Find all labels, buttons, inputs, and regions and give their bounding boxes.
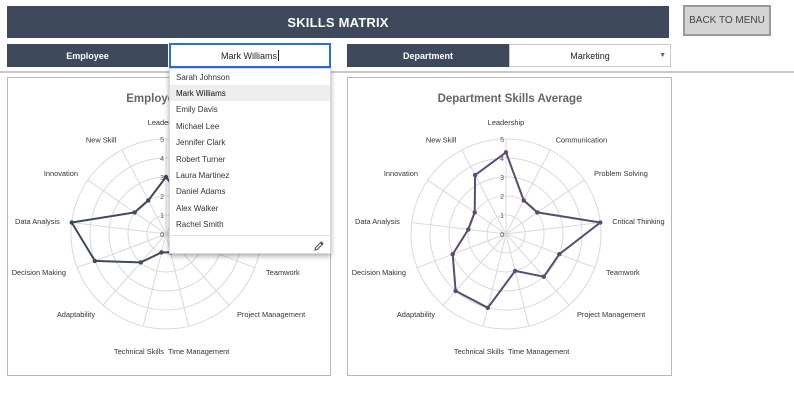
pencil-icon[interactable] xyxy=(313,239,325,251)
employee-data-point xyxy=(159,250,164,255)
department-data-point xyxy=(453,288,458,294)
department-tick-label: 3 xyxy=(500,175,504,182)
employee-tick-label: 4 xyxy=(160,156,164,163)
employee-data-point xyxy=(138,260,143,265)
department-data-point xyxy=(503,150,509,155)
dropdown-item[interactable]: Emily Davis xyxy=(170,102,330,118)
department-spoke xyxy=(482,233,507,327)
department-spoke xyxy=(505,149,551,235)
department-axis-label: Innovation xyxy=(384,169,418,178)
employee-dropdown-list: Sarah Johnson Mark Williams Emily Davis Mic… xyxy=(169,68,331,254)
department-data-point xyxy=(450,252,455,257)
department-data-point xyxy=(472,210,477,215)
department-axis-label: Project Management xyxy=(577,310,645,319)
department-axis-label: Teamwork xyxy=(606,268,640,277)
dropdown-divider xyxy=(170,235,330,236)
employee-tick-label: 1 xyxy=(160,213,164,220)
department-axis-label: Data Analysis xyxy=(355,217,400,226)
employee-data-point xyxy=(69,220,74,225)
department-axis-label: New Skill xyxy=(426,135,457,144)
department-data-point xyxy=(472,172,478,178)
employee-axis-label: Teamwork xyxy=(266,268,300,277)
department-axis-label: Time Management xyxy=(508,347,569,356)
department-tick-label: 1 xyxy=(500,213,504,220)
employee-data-point xyxy=(163,174,169,180)
dropdown-item[interactable]: Laura Martinez xyxy=(170,167,330,183)
dropdown-item[interactable]: Sarah Johnson xyxy=(170,69,330,85)
employee-axis-label: Data Analysis xyxy=(15,217,60,226)
employee-axis-label: Time Management xyxy=(168,347,229,356)
employee-data-point xyxy=(92,258,98,264)
employee-axis-label: Technical Skills xyxy=(114,347,164,356)
employee-tick-label: 5 xyxy=(160,137,164,144)
employee-axis-label: Innovation xyxy=(44,169,78,178)
employee-axis-label: Decision Making xyxy=(12,268,66,277)
department-tick-label: 2 xyxy=(500,194,504,201)
dropdown-item[interactable]: Rachel Smith xyxy=(170,217,330,233)
dropdown-item[interactable]: Robert Turner xyxy=(170,151,330,167)
employee-tick-label: 0 xyxy=(160,232,164,239)
employee-tick-label: 2 xyxy=(160,194,164,201)
department-data-point xyxy=(521,198,526,203)
employee-spoke xyxy=(142,233,167,327)
employee-data-point xyxy=(146,198,151,203)
department-data-point xyxy=(598,220,603,225)
employee-spoke xyxy=(102,233,167,306)
department-axis-label: Critical Thinking xyxy=(612,217,664,226)
department-data-point xyxy=(512,268,518,274)
department-axis-label: Problem Solving xyxy=(594,169,648,178)
employee-axis-label: Adaptability xyxy=(57,310,96,319)
employee-axis-label: Project Management xyxy=(237,310,305,319)
department-axis-label: Technical Skills xyxy=(454,347,504,356)
employee-axis-label: New Skill xyxy=(86,135,117,144)
dropdown-item[interactable]: Michael Lee xyxy=(170,118,330,134)
department-tick-label: 0 xyxy=(500,232,504,239)
dropdown-item[interactable]: Jennifer Clark xyxy=(170,135,330,151)
department-data-point xyxy=(541,274,546,279)
employee-data-point xyxy=(132,210,137,215)
department-data-point xyxy=(466,227,471,232)
department-axis-label: Decision Making xyxy=(352,268,406,277)
dropdown-item[interactable]: Mark Williams xyxy=(170,85,330,102)
department-axis-label: Leadership xyxy=(488,118,525,127)
radar-charts: 0 1 2 3 4 5 Leadership Communication Problem Sol… xyxy=(12,118,665,356)
dropdown-item[interactable]: Daniel Adams xyxy=(170,184,330,200)
department-axis-label: Adaptability xyxy=(397,310,436,319)
dropdown-item[interactable]: Alex Walker xyxy=(170,200,330,216)
department-tick-label: 5 xyxy=(500,137,504,144)
department-data-point xyxy=(485,305,490,310)
department-data-point xyxy=(535,210,540,215)
department-data-point xyxy=(557,252,562,257)
department-axis-label: Communication xyxy=(556,135,607,144)
